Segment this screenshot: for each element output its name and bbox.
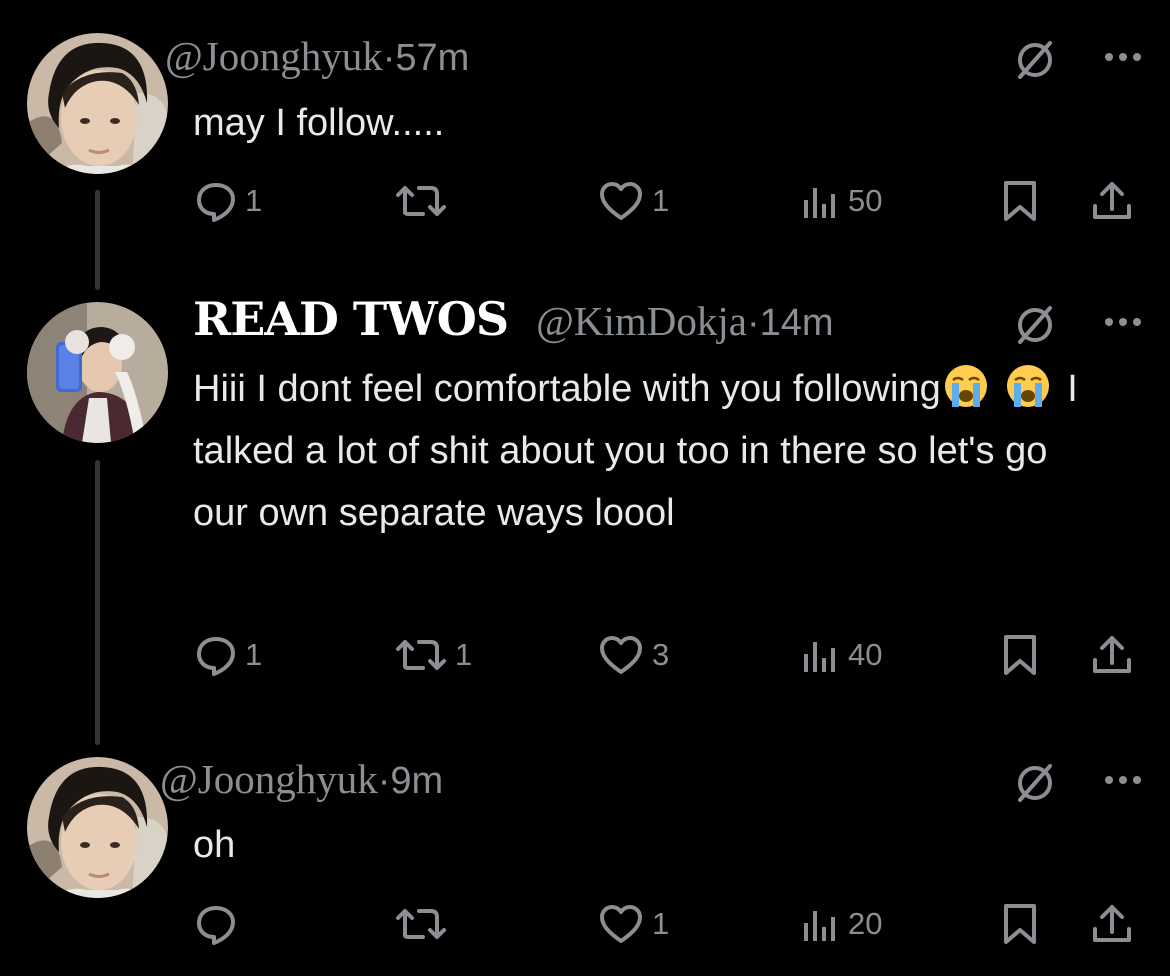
avatar[interactable]	[27, 33, 168, 174]
reply-button[interactable]: 1	[195, 630, 262, 680]
share-icon	[1093, 905, 1131, 942]
like-count: 3	[652, 637, 670, 672]
post-corner-actions	[1010, 35, 1150, 85]
like-button[interactable]: 3	[598, 630, 669, 680]
post-corner-actions	[1010, 758, 1150, 808]
more-icon[interactable]	[1095, 758, 1151, 808]
reply-button[interactable]: 1	[195, 176, 262, 226]
repost-button[interactable]	[395, 899, 455, 949]
ignore-icon[interactable]	[1010, 300, 1060, 350]
like-icon	[600, 636, 642, 674]
views-count: 50	[848, 183, 883, 218]
reply-icon	[197, 637, 235, 676]
post-text: may I follow.....	[193, 102, 445, 144]
share-button[interactable]	[1090, 176, 1134, 226]
loudly-crying-face-emoji	[944, 365, 987, 407]
post-text: Hiii I dont feel comfortable with you fo…	[193, 358, 1093, 544]
user-handle[interactable]: @Joonghyuk	[165, 32, 383, 80]
post-header: @Joonghyuk · 9m	[160, 755, 443, 803]
views-button[interactable]: 50	[800, 176, 882, 226]
post-header: @Joonghyuk · 57m	[165, 32, 469, 80]
reply-button[interactable]	[195, 899, 245, 949]
repost-icon	[396, 640, 446, 670]
reply-count: 1	[245, 637, 263, 672]
views-icon	[804, 188, 835, 218]
thread-line	[95, 460, 100, 745]
bookmark-icon	[1004, 904, 1036, 944]
post-separator: ·	[377, 760, 391, 802]
user-handle[interactable]: @Joonghyuk	[160, 755, 378, 803]
like-button[interactable]: 1	[598, 899, 669, 949]
reply-icon	[197, 183, 235, 222]
repost-count: 1	[455, 637, 473, 672]
avatar[interactable]	[27, 302, 168, 443]
views-button[interactable]: 40	[800, 630, 882, 680]
post-text-part: Hiii I dont feel comfortable with you fo…	[193, 368, 941, 410]
views-count: 40	[848, 637, 883, 672]
share-icon	[1093, 182, 1131, 219]
reply-count: 1	[245, 183, 263, 218]
repost-button[interactable]	[395, 176, 455, 226]
more-icon[interactable]	[1095, 300, 1151, 350]
bookmark-button[interactable]	[1000, 899, 1040, 949]
views-icon	[804, 642, 835, 672]
post-separator: ·	[382, 37, 396, 79]
bookmark-button[interactable]	[1000, 176, 1040, 226]
post-actions: 1 1 50	[195, 176, 1140, 226]
views-count: 20	[848, 906, 883, 941]
post-header: READ TWOS @KimDokja · 14m	[193, 292, 834, 346]
bookmark-button[interactable]	[1000, 630, 1040, 680]
like-count: 1	[652, 906, 670, 941]
avatar[interactable]	[27, 757, 168, 898]
bookmark-icon	[1004, 635, 1036, 675]
display-name[interactable]: READ TWOS	[193, 292, 509, 346]
views-button[interactable]: 20	[800, 899, 882, 949]
user-handle[interactable]: @KimDokja	[536, 297, 747, 345]
like-icon	[600, 905, 642, 943]
post-text: oh	[193, 824, 236, 866]
repost-icon	[396, 186, 446, 216]
post-actions: 1 1 3 40	[195, 630, 1140, 680]
ignore-icon[interactable]	[1010, 35, 1060, 85]
like-button[interactable]: 1	[598, 176, 669, 226]
repost-button[interactable]: 1	[395, 630, 472, 680]
post-time[interactable]: 14m	[760, 302, 834, 345]
loudly-crying-face-emoji	[1006, 365, 1049, 407]
repost-icon	[396, 909, 446, 939]
post-corner-actions	[1010, 300, 1150, 350]
share-button[interactable]	[1090, 630, 1134, 680]
like-count: 1	[652, 183, 670, 218]
views-icon	[804, 911, 835, 941]
reply-icon	[197, 906, 235, 945]
post-actions: 1 20	[195, 899, 1140, 949]
post-time[interactable]: 57m	[395, 37, 469, 80]
ignore-icon[interactable]	[1010, 758, 1060, 808]
more-icon[interactable]	[1095, 35, 1151, 85]
bookmark-icon	[1004, 181, 1036, 221]
post-separator: ·	[746, 302, 760, 344]
share-button[interactable]	[1090, 899, 1134, 949]
share-icon	[1093, 636, 1131, 673]
like-icon	[600, 182, 642, 220]
thread-line	[95, 190, 100, 290]
post-time[interactable]: 9m	[390, 760, 443, 803]
